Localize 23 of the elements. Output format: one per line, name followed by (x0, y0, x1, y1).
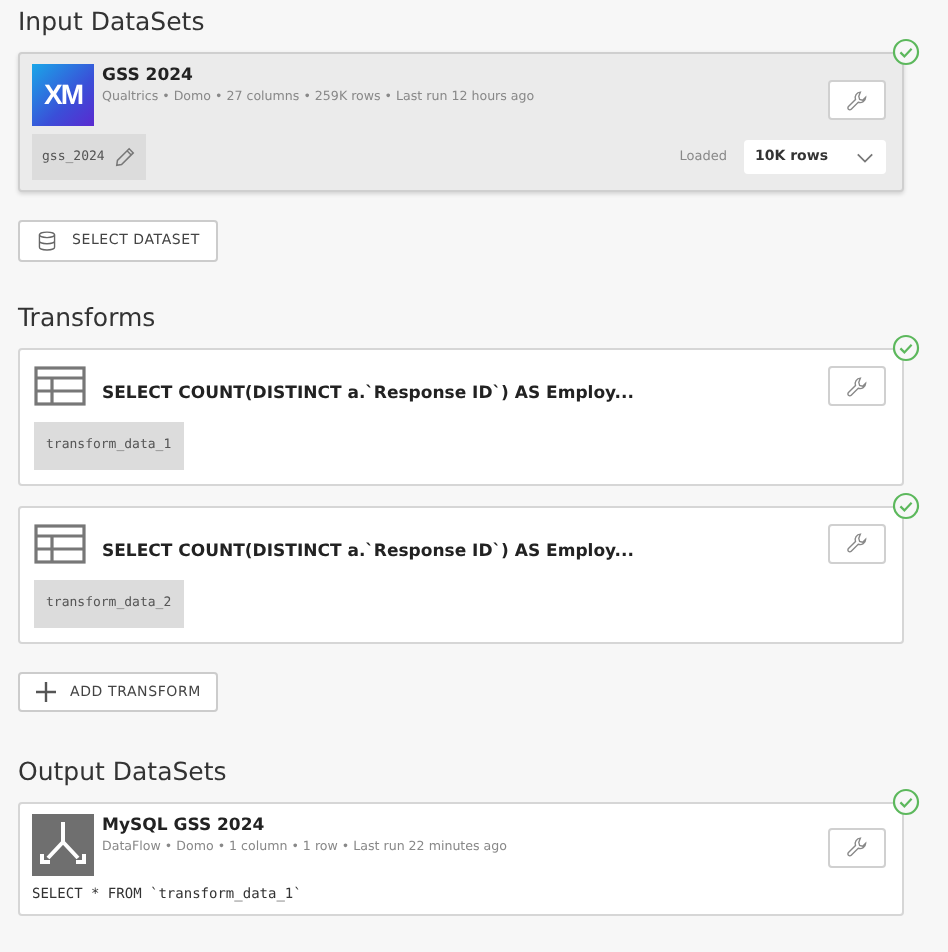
pencil-icon (114, 146, 137, 168)
transform-title: SELECT COUNT(DISTINCT a.`Response ID`) AS Employ... (102, 382, 636, 406)
settings-button[interactable] (828, 80, 886, 120)
wrench-icon (846, 375, 868, 397)
logo-icon: XM (32, 64, 94, 126)
settings-button[interactable] (828, 523, 886, 564)
settings-button[interactable] (828, 827, 886, 868)
dataset-title: MySQL GSS 2024 (102, 813, 267, 838)
table-icon (34, 366, 86, 406)
database-icon (36, 230, 58, 252)
dataset-title: GSS 2024 (102, 64, 195, 88)
section-heading: Transforms (18, 300, 158, 336)
table-icon (34, 523, 86, 564)
section-heading: Output DataSets (18, 753, 229, 790)
transform-title: SELECT COUNT(DISTINCT a.`Response ID`) AS Employ... (102, 539, 636, 564)
wrench-icon (846, 89, 868, 111)
plus-icon (36, 681, 56, 702)
wrench-icon (846, 532, 868, 555)
caret-icon (856, 151, 874, 163)
dataflow-icon (32, 813, 94, 876)
section-heading: Input DataSets (18, 4, 207, 40)
wrench-icon (846, 836, 868, 859)
settings-button[interactable] (828, 366, 886, 406)
